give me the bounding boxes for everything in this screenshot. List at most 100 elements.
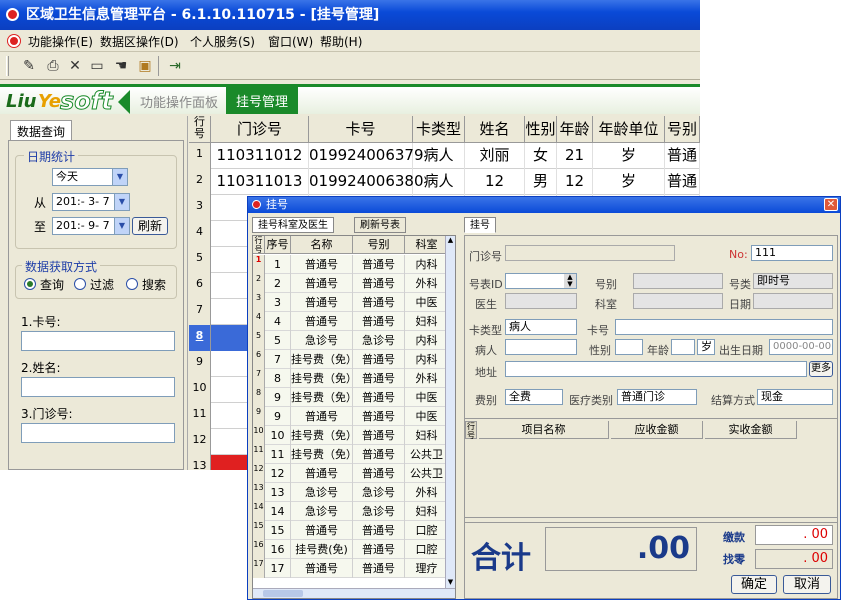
slot-row[interactable]: 14 14 急诊号 急诊号 妇科 — [253, 502, 449, 521]
fee-field[interactable]: 全费 — [505, 389, 563, 405]
cell-rownum: 2 — [189, 169, 211, 195]
slot-row[interactable]: 5 5 急诊号 急诊号 内科 — [253, 331, 449, 350]
slot-row[interactable]: 12 12 普通号 普通号 公共卫 — [253, 464, 449, 483]
delete-icon[interactable]: ✕ — [66, 57, 84, 75]
radio-query-label: 查询 — [40, 278, 65, 292]
menu-help[interactable]: 帮助(H) — [320, 33, 362, 50]
app-menu-icon[interactable] — [8, 35, 20, 47]
no-field[interactable]: 111 — [751, 245, 833, 261]
col-header-card[interactable]: 卡号 — [309, 116, 413, 143]
from-date-picker[interactable]: 201:- 3- 7 ▼ — [52, 193, 130, 211]
tab-data-query[interactable]: 数据查询 — [10, 120, 73, 142]
age-unit-field[interactable]: 岁 — [697, 339, 715, 355]
slot-cell-dept: 公共卫 — [405, 464, 449, 483]
slot-row[interactable]: 17 17 普通号 普通号 理疗 — [253, 559, 449, 578]
slot-row[interactable]: 1 1 普通号 普通号 内科 — [253, 255, 449, 274]
col-header-class[interactable]: 号别 — [665, 116, 700, 143]
settle-field[interactable]: 现金 — [757, 389, 833, 405]
col-header-sex[interactable]: 性别 — [525, 116, 557, 143]
slot-col-header-dept[interactable]: 科室 — [405, 236, 449, 254]
package-icon[interactable]: ▣ — [136, 57, 154, 75]
cancel-button[interactable]: 取消 — [783, 575, 831, 594]
birth-field[interactable]: 0000-00-00 — [769, 339, 833, 355]
table-row[interactable]: 2 110311013 019924006380 病人 12 男 12 岁普通 — [189, 169, 700, 195]
slot-cell-seq: 1 — [265, 255, 291, 274]
slot-row[interactable]: 16 16 挂号费(免) 普通号 口腔 — [253, 540, 449, 559]
col-header-age-unit[interactable]: 年龄单位 — [593, 116, 665, 143]
doctor-label: 医生 — [475, 298, 497, 311]
close-icon[interactable]: ✕ — [824, 198, 838, 211]
radio-filter[interactable] — [74, 278, 86, 290]
dept-label: 科室 — [595, 298, 617, 311]
slot-cell-dept: 口腔 — [405, 521, 449, 540]
nav-function-panel[interactable]: 功能操作面板 — [140, 92, 218, 111]
slot-grid-vscroll[interactable]: ▲ ▼ — [445, 236, 455, 588]
slot-row[interactable]: 9 9 普通号 普通号 中医 — [253, 407, 449, 426]
slot-row[interactable]: 11 11 挂号费（免） 普通号 公共卫 — [253, 445, 449, 464]
card-no-field[interactable] — [615, 319, 833, 335]
tab-refresh-table[interactable]: 刷新号表 — [354, 217, 406, 233]
slot-cell-rownum: 11 — [253, 445, 265, 464]
radio-search[interactable] — [126, 278, 138, 290]
slot-row[interactable]: 2 2 普通号 普通号 外科 — [253, 274, 449, 293]
slot-col-header-class[interactable]: 号别 — [353, 236, 405, 254]
slot-cell-dept: 外科 — [405, 369, 449, 388]
slot-row[interactable]: 3 3 普通号 普通号 中医 — [253, 293, 449, 312]
refresh-button[interactable]: 刷新 — [132, 217, 168, 235]
hscroll-thumb[interactable] — [263, 590, 303, 597]
visit-input[interactable] — [21, 423, 175, 443]
slot-row[interactable]: 4 4 普通号 普通号 妇科 — [253, 312, 449, 331]
slot-row[interactable]: 10 10 挂号费（免） 普通号 妇科 — [253, 426, 449, 445]
tab-register[interactable]: 挂号 — [464, 217, 496, 233]
slot-row[interactable]: 6 7 挂号费（免） 普通号 内科 — [253, 350, 449, 369]
col-header-rownum[interactable]: 行号 — [189, 116, 211, 143]
print-icon[interactable]: ⎙ — [44, 57, 62, 75]
card-type-field[interactable]: 病人 — [505, 319, 577, 335]
slot-row[interactable]: 13 13 急诊号 急诊号 外科 — [253, 483, 449, 502]
item-paid-header: 实收金额 — [705, 421, 797, 439]
slot-col-header-seq[interactable]: 序号 — [265, 236, 291, 254]
card-input[interactable] — [21, 331, 175, 351]
slot-grid-hscroll[interactable] — [253, 588, 455, 598]
cell-card-type: 病人 — [413, 143, 465, 169]
slot-row[interactable]: 7 8 挂号费（免） 普通号 外科 — [253, 369, 449, 388]
address-field[interactable] — [505, 361, 807, 377]
period-select[interactable]: 今天 ▼ — [52, 168, 128, 186]
slot-col-header-rownum[interactable]: 行号 — [253, 236, 265, 254]
radio-query[interactable] — [24, 278, 36, 290]
item-table: 行号 项目名称 应收金额 实收金额 — [465, 418, 837, 518]
to-date-picker[interactable]: 201:- 9- 7 ▼ — [52, 217, 130, 235]
edit-icon[interactable]: ✎ — [20, 57, 38, 75]
card-icon[interactable]: ▭ — [88, 57, 106, 75]
table-row[interactable]: 1 110311012 019924006379 病人 刘丽女 21 岁普通 — [189, 143, 700, 169]
col-header-age[interactable]: 年龄 — [557, 116, 593, 143]
spinner-icon[interactable]: ▲ ▼ — [564, 274, 576, 288]
tab-dept-doctor[interactable]: 挂号科室及医生 — [252, 217, 334, 233]
slot-cell-rownum: 14 — [253, 502, 265, 521]
menu-personal[interactable]: 个人服务(S) — [190, 33, 255, 50]
age-field[interactable] — [671, 339, 695, 355]
exit-icon[interactable]: ⇥ — [166, 57, 184, 75]
menu-data-area[interactable]: 数据区操作(D) — [100, 33, 179, 50]
table-id-field[interactable]: ▲ ▼ — [505, 273, 577, 289]
chevron-up-icon[interactable]: ▲ — [446, 236, 455, 246]
slot-col-header-name[interactable]: 名称 — [291, 236, 353, 254]
patient-field[interactable] — [505, 339, 577, 355]
ok-button[interactable]: 确定 — [731, 575, 777, 594]
name-input[interactable] — [21, 377, 175, 397]
nav-tab-registration[interactable]: 挂号管理 — [226, 87, 299, 114]
med-field[interactable]: 普通门诊 — [617, 389, 697, 405]
more-button[interactable]: 更多 — [809, 361, 833, 377]
hand-icon[interactable]: ☚ — [112, 57, 130, 75]
sex-field[interactable] — [615, 339, 643, 355]
col-header-card-type[interactable]: 卡类型 — [413, 116, 465, 143]
chevron-down-icon[interactable]: ▼ — [446, 578, 455, 588]
slot-row[interactable]: 15 15 普通号 普通号 口腔 — [253, 521, 449, 540]
menu-window[interactable]: 窗口(W) — [268, 33, 313, 50]
slot-row[interactable]: 8 9 挂号费（免） 普通号 中医 — [253, 388, 449, 407]
col-header-name[interactable]: 姓名 — [465, 116, 525, 143]
menu-function[interactable]: 功能操作(E) — [28, 33, 93, 50]
paid-field[interactable]: . 00 — [755, 525, 833, 545]
slot-cell-name: 挂号费(免) — [291, 540, 353, 559]
col-header-visit[interactable]: 门诊号 — [211, 116, 309, 143]
